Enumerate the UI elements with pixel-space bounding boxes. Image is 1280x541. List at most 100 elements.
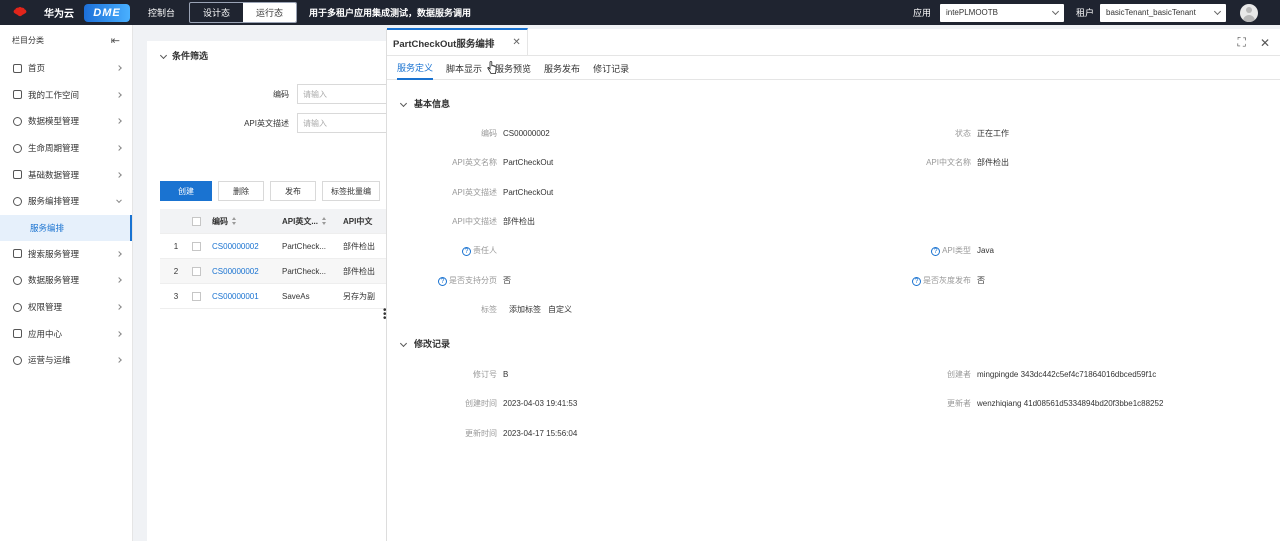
sidebar-item-workspace[interactable]: 我的工作空间 (0, 82, 132, 109)
sidebar-item-label: 首页 (28, 63, 46, 74)
sort-icon[interactable] (232, 217, 237, 226)
filter-title: 条件筛选 (172, 51, 209, 61)
sidebar-item-permission[interactable]: 权限管理 (0, 294, 132, 321)
api-cn-name-value: 部件检出 (977, 158, 1009, 167)
table-row[interactable]: 3 CS00000001 SaveAs 另存为副 (160, 284, 387, 309)
updater-label: 更新者 (947, 399, 971, 408)
paging-value: 否 (503, 276, 511, 285)
top-bar: 华为云 DME 控制台 设计态 运行态 用于多租户应用集成测试，数据服务调用 应… (0, 0, 1280, 25)
close-icon[interactable]: ✕ (1260, 36, 1270, 50)
creator-value: mingpingde 343dc442c5ef4c71864016dbced59… (977, 370, 1157, 379)
sort-icon[interactable] (322, 217, 327, 226)
api-cn-name-label: API中文名称 (926, 158, 971, 167)
publish-button[interactable]: 发布 (270, 181, 316, 201)
column-header-api-en[interactable]: API英文... (282, 217, 318, 226)
sidebar-item-basic-data[interactable]: 基础数据管理 (0, 161, 132, 188)
table-row[interactable]: 2 CS00000002 PartCheck... 部件检出 (160, 259, 387, 284)
filter-section-toggle[interactable]: 条件筛选 (159, 49, 209, 62)
basic-info-section-toggle[interactable]: 基本信息 (399, 97, 451, 110)
gray-release-label: 是否灰度发布 (923, 276, 971, 285)
api-desc-filter-input[interactable]: 请输入 (297, 113, 387, 133)
sidebar-item-label: 运营与运维 (28, 355, 71, 366)
add-tag-link[interactable]: 添加标签 (509, 304, 541, 315)
console-link[interactable]: 控制台 (148, 6, 175, 19)
help-icon[interactable]: ? (931, 247, 941, 256)
sidebar-item-app-center[interactable]: 应用中心 (0, 320, 132, 347)
row-checkbox[interactable] (192, 241, 201, 251)
sidebar-item-operations[interactable]: 运营与运维 (0, 347, 132, 374)
sidebar-item-orchestration[interactable]: 服务编排管理 (0, 188, 132, 215)
table-row[interactable]: 1 CS00000002 PartCheck... 部件检出 (160, 234, 387, 259)
column-header-api-cn[interactable]: API中文 (343, 216, 387, 227)
basic-info-title: 基本信息 (414, 99, 451, 109)
model-icon (13, 116, 22, 126)
app-center-icon (13, 329, 22, 339)
updater-value: wenzhiqiang 41d08561d5334894bd20f3bbe1c8… (977, 399, 1164, 408)
tab-title: PartCheckOut服务编排 (393, 38, 495, 50)
tab-service-preview[interactable]: 服务预览 (495, 56, 531, 80)
api-cn-desc-value: 部件检出 (503, 217, 535, 226)
column-header-code[interactable]: 编码 (212, 217, 228, 226)
sidebar-item-home[interactable]: 首页 (0, 55, 132, 82)
row-checkbox[interactable] (192, 266, 201, 276)
sidebar: 栏目分类 ⇤ 首页 我的工作空间 数据模型管理 生命周期管理 基础数据管理 服务… (0, 25, 133, 541)
table-header: 编码 API英文... API中文 (160, 209, 387, 234)
row-api-en: PartCheck... (282, 266, 327, 276)
row-index: 2 (173, 266, 179, 276)
sidebar-item-label: 搜索服务管理 (28, 248, 80, 259)
status-value: 正在工作 (977, 129, 1009, 138)
tab-partcheckout[interactable]: PartCheckOut服务编排 ✕ (387, 28, 528, 55)
fullscreen-icon[interactable]: ⛶ (1238, 35, 1246, 50)
chevron-right-icon (116, 304, 122, 310)
row-checkbox[interactable] (192, 291, 201, 301)
row-code-link[interactable]: CS00000001 (212, 292, 282, 301)
workspace-icon (13, 90, 22, 100)
app-select[interactable]: intePLMOOTB (939, 3, 1064, 22)
sidebar-item-data-service[interactable]: 数据服务管理 (0, 267, 132, 294)
app-select-value: intePLMOOTB (945, 8, 998, 17)
sidebar-item-search-service[interactable]: 搜索服务管理 (0, 241, 132, 268)
tab-service-publish[interactable]: 服务发布 (544, 56, 580, 80)
help-icon[interactable]: ? (438, 277, 447, 286)
select-all-checkbox[interactable] (192, 216, 201, 226)
revision-section-toggle[interactable]: 修改记录 (399, 337, 450, 350)
chevron-right-icon (116, 251, 122, 257)
paging-label: 是否支持分页 (449, 276, 497, 285)
api-en-name-value: PartCheckOut (503, 158, 554, 167)
batch-tag-button[interactable]: 标签批量编 (322, 181, 380, 201)
chevron-right-icon (116, 92, 122, 98)
owner-label: 责任人 (473, 246, 497, 255)
brand-name: 华为云 (44, 9, 74, 20)
user-avatar[interactable] (1240, 3, 1258, 22)
sidebar-item-label: 数据模型管理 (28, 116, 80, 127)
mode-switch: 设计态 运行态 (189, 2, 298, 23)
row-code-link[interactable]: CS00000002 (212, 242, 282, 251)
chevron-down-icon (1051, 7, 1060, 15)
sub-tabs: 服务定义 脚本显示 服务预览 服务发布 修订记录 (387, 56, 1280, 80)
collapse-sidebar-icon[interactable]: ⇤ (111, 34, 120, 47)
tenant-select[interactable]: basicTenant_basicTenant (1100, 3, 1226, 22)
api-type-value: Java (977, 246, 994, 255)
created-time-value: 2023-04-03 19:41:53 (503, 399, 578, 408)
brand[interactable]: 华为云 DME (10, 3, 130, 22)
sidebar-item-data-model[interactable]: 数据模型管理 (0, 108, 132, 135)
sidebar-subitem-orchestration[interactable]: 服务编排 (0, 214, 132, 241)
tab-service-definition[interactable]: 服务定义 (397, 56, 434, 80)
help-icon[interactable]: ? (912, 277, 921, 286)
code-filter-input[interactable]: 请输入 (297, 84, 387, 104)
tenant-label: 租户 (1075, 8, 1094, 18)
create-button[interactable]: 创建 (160, 181, 212, 201)
delete-button[interactable]: 删除 (218, 181, 264, 201)
tab-revision-history[interactable]: 修订记录 (593, 56, 629, 80)
revision-no-value: B (503, 370, 509, 379)
sidebar-item-lifecycle[interactable]: 生命周期管理 (0, 135, 132, 162)
chevron-down-icon (1213, 7, 1222, 15)
close-tab-icon[interactable]: ✕ (512, 37, 520, 48)
mode-design-tab[interactable]: 设计态 (190, 3, 243, 22)
row-code-link[interactable]: CS00000002 (212, 267, 282, 276)
custom-tag-link[interactable]: 自定义 (548, 304, 572, 315)
mode-run-tab[interactable]: 运行态 (243, 3, 297, 22)
tab-script-display[interactable]: 脚本显示 (446, 56, 482, 80)
help-icon[interactable]: ? (462, 247, 471, 256)
sidebar-item-label: 生命周期管理 (28, 143, 80, 154)
